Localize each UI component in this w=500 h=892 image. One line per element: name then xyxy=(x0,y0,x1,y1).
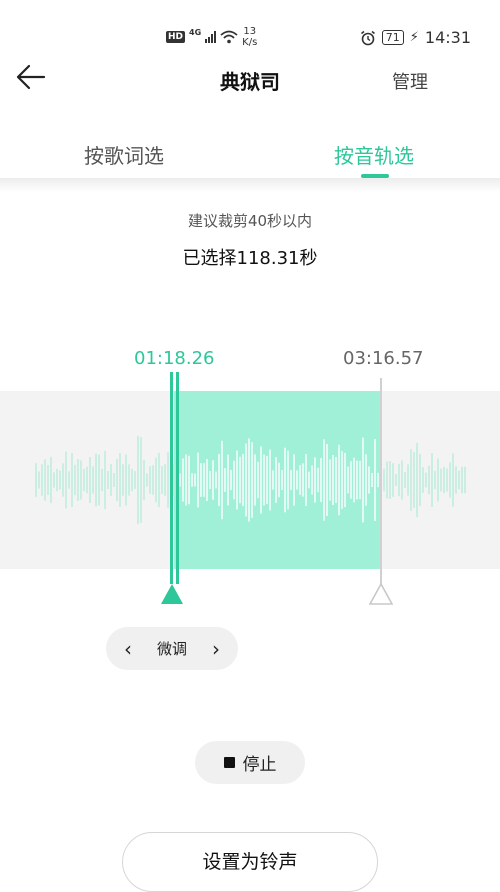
fine-tune-label: 微调 xyxy=(156,640,187,658)
hd-badge: HD xyxy=(166,31,186,43)
status-right: 71 ⚡ 14:31 xyxy=(360,28,471,47)
stop-icon xyxy=(223,757,235,768)
stop-label: 停止 xyxy=(242,755,277,775)
clock: 14:31 xyxy=(424,28,471,47)
stop-button[interactable]: 停止 xyxy=(195,741,305,784)
selected-duration: 已选择118.31秒 xyxy=(182,248,318,269)
end-handle-line[interactable] xyxy=(380,378,382,584)
chevron-left-icon[interactable]: ‹ xyxy=(124,637,132,661)
start-handle-line[interactable] xyxy=(170,372,173,584)
fine-tune-control: ‹ 微调 › xyxy=(106,627,238,670)
tab-by-track[interactable]: 按音轨选 xyxy=(334,140,414,169)
tab-divider xyxy=(0,178,500,192)
wifi-icon xyxy=(220,30,238,44)
waveform xyxy=(35,435,466,525)
set-ringtone-button[interactable]: 设置为铃声 xyxy=(122,832,378,892)
status-left: HD 4G 13 K/s xyxy=(166,26,257,48)
charging-icon: ⚡ xyxy=(409,30,419,45)
alarm-icon xyxy=(360,30,375,45)
speed-value: 13 xyxy=(243,26,257,37)
status-bar: HD 4G 13 K/s 71 ⚡ 14:31 xyxy=(0,0,500,48)
start-time: 01:18.26 xyxy=(134,348,215,369)
tab-by-lyrics[interactable]: 按歌词选 xyxy=(84,140,164,169)
speed-unit: K/s xyxy=(242,37,258,48)
start-handle-line-2[interactable] xyxy=(176,372,179,584)
battery-level: 71 xyxy=(381,30,404,45)
network-type: 4G xyxy=(189,27,202,37)
chevron-right-icon[interactable]: › xyxy=(212,637,220,661)
end-time: 03:16.57 xyxy=(343,348,424,369)
end-handle-icon[interactable] xyxy=(369,582,393,606)
manage-button[interactable]: 管理 xyxy=(392,68,428,94)
trim-hint: 建议裁剪40秒以内 xyxy=(187,212,313,230)
start-handle-icon[interactable] xyxy=(160,582,184,606)
network-speed: 13 K/s xyxy=(242,26,257,48)
signal-icon xyxy=(205,31,217,43)
